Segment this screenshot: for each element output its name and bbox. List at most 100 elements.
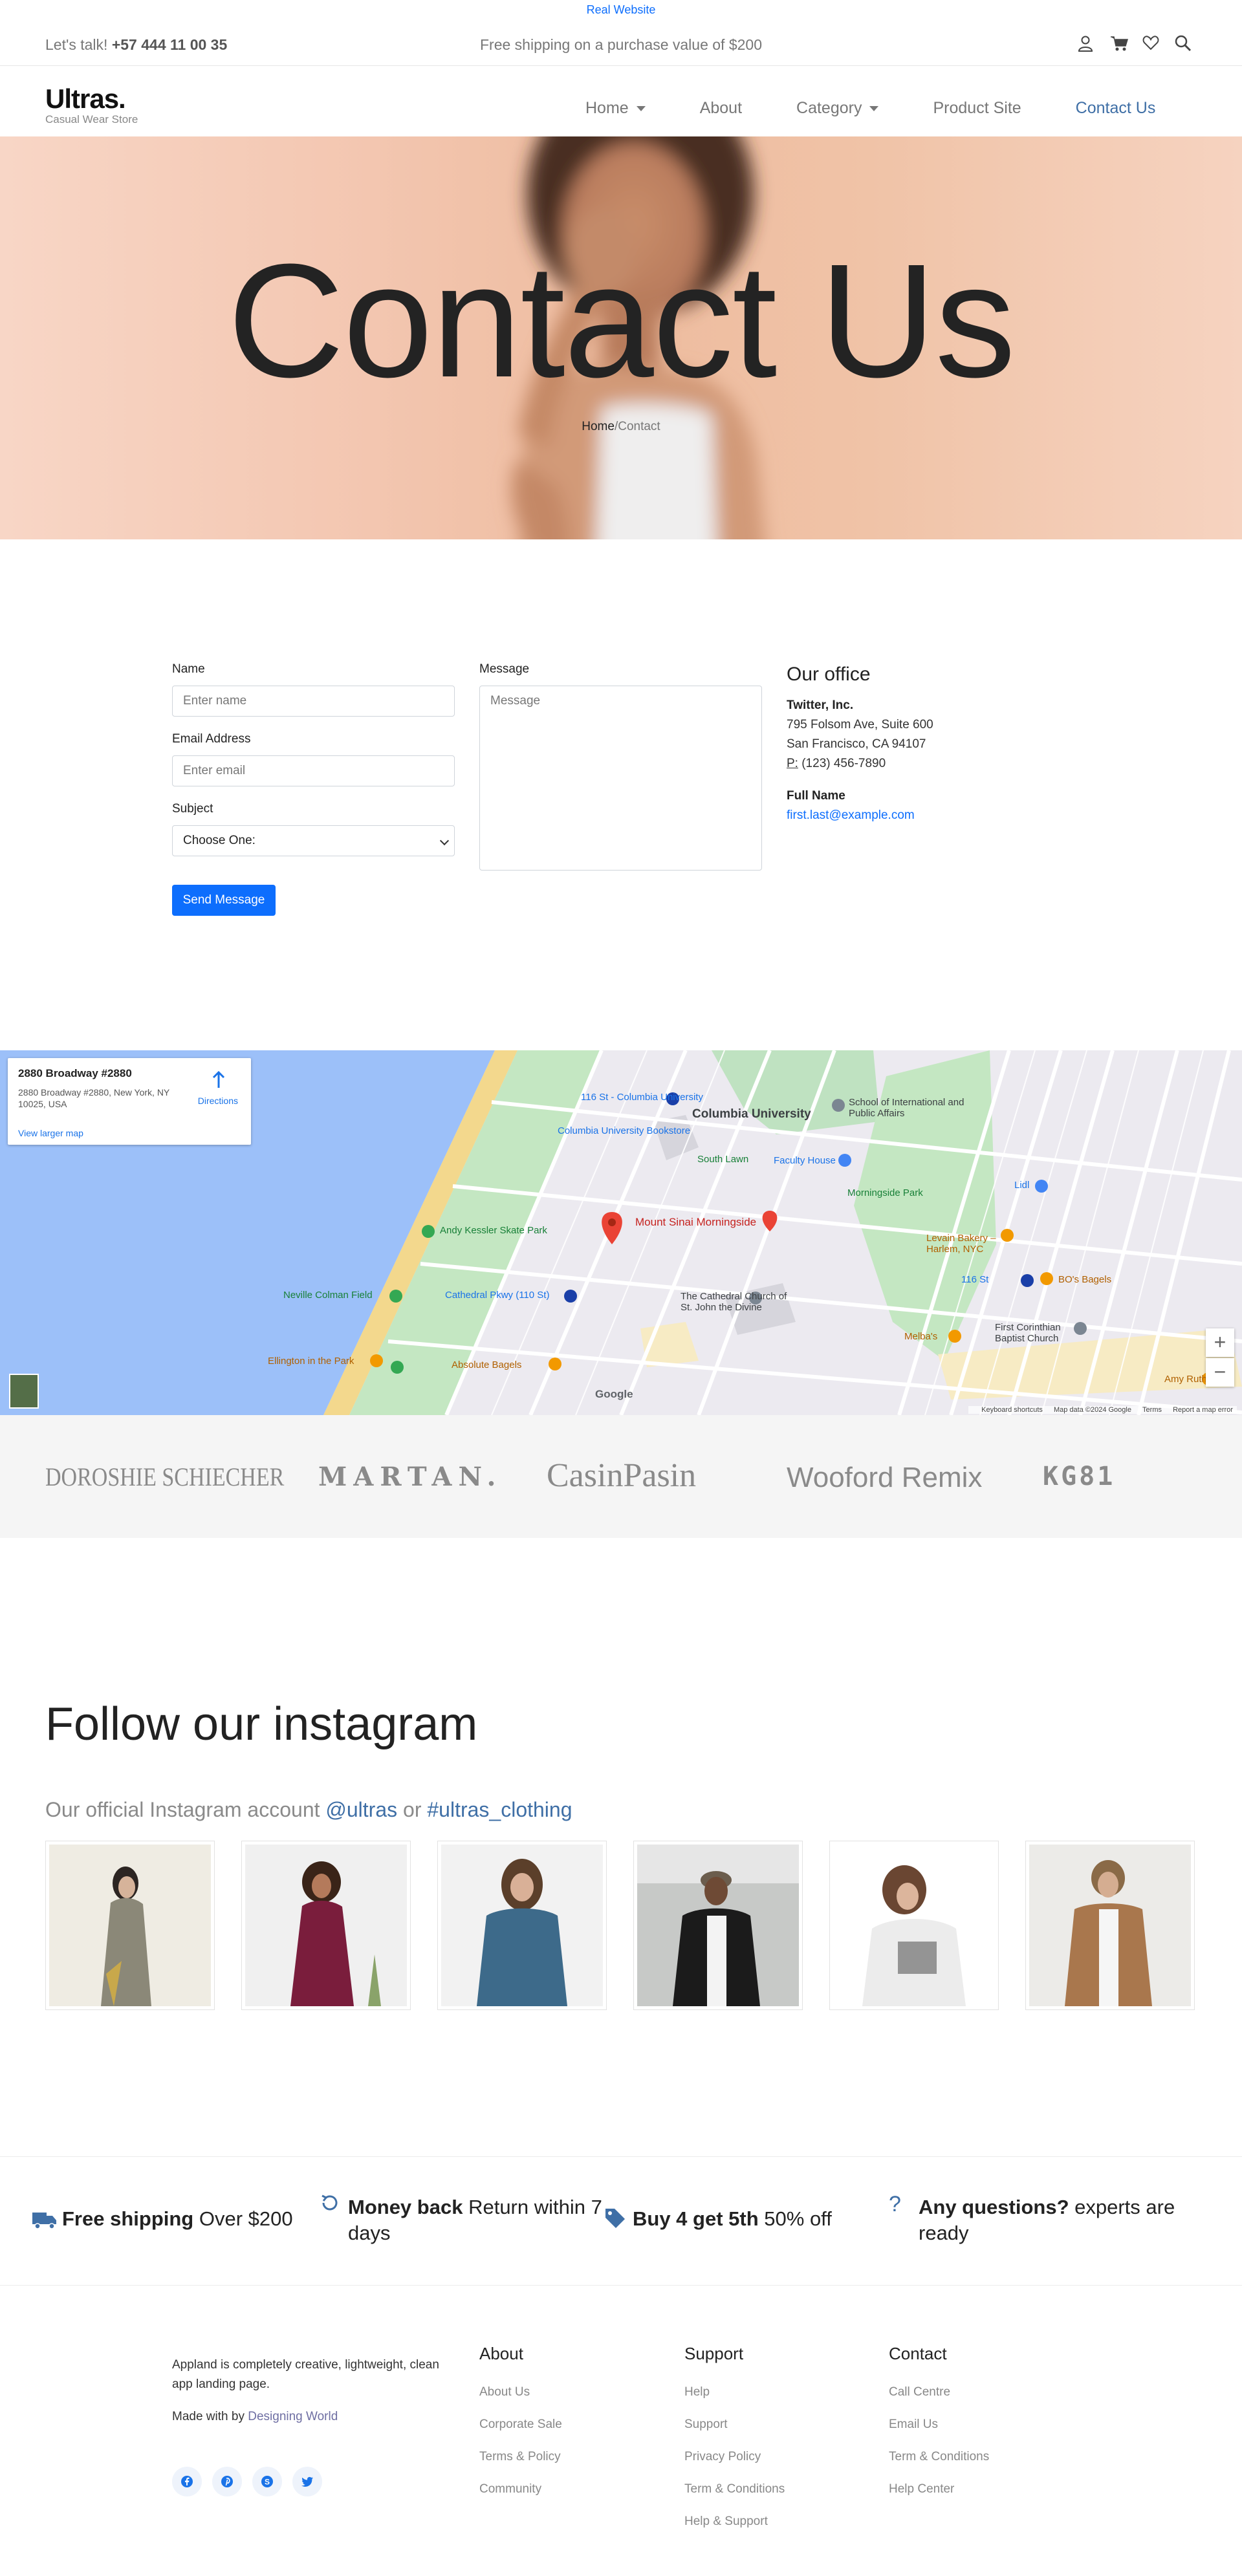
office-phone-number: (123) 456-7890: [801, 757, 886, 770]
footer-link-terms-policy[interactable]: Terms & Policy: [479, 2450, 561, 2464]
pinterest-button[interactable]: [212, 2467, 242, 2496]
breadcrumb: Home/Contact: [0, 420, 1242, 434]
directions-icon[interactable]: [211, 1071, 226, 1089]
skype-button[interactable]: S: [252, 2467, 282, 2496]
subject-select-value: Choose One:: [183, 834, 256, 847]
footer-link-term-conditions[interactable]: Term & Conditions: [684, 2482, 785, 2496]
refresh-icon: [321, 2194, 338, 2211]
google-logo: Google: [595, 1388, 633, 1400]
map-terms-link[interactable]: Terms: [1142, 1406, 1162, 1414]
footer-link-help-support[interactable]: Help & Support: [684, 2515, 768, 2529]
email-field[interactable]: Enter email: [172, 755, 455, 786]
breadcrumb-current: Contact: [618, 420, 660, 433]
google-map[interactable]: 116 St - Columbia University Columbia Un…: [0, 1050, 1242, 1415]
office-address-line2: San Francisco, CA 94107: [787, 737, 926, 751]
nav-category[interactable]: Category: [796, 99, 879, 118]
real-website-link[interactable]: Real Website: [0, 0, 1242, 23]
page-title: Contact Us: [227, 230, 1016, 411]
map-keyboard-shortcuts[interactable]: Keyboard shortcuts: [981, 1406, 1043, 1414]
brand-tagline: Casual Wear Store: [45, 113, 138, 125]
main-navbar: Ultras. Casual Wear Store Home About Cat…: [0, 67, 1242, 136]
search-icon[interactable]: [1175, 35, 1192, 53]
map-label-station-116: 116 St - Columbia University: [581, 1092, 703, 1103]
instagram-photo[interactable]: [437, 1841, 607, 2010]
instagram-photo[interactable]: [829, 1841, 999, 2010]
map-label-bos-bagels: BO's Bagels: [1058, 1274, 1112, 1285]
street-view-thumbnail[interactable]: [9, 1374, 39, 1409]
instagram-photo[interactable]: [241, 1841, 411, 2010]
brand-logo-wooford: Wooford Remix: [787, 1462, 983, 1493]
office-title: Our office: [787, 664, 871, 685]
view-larger-map-link[interactable]: View larger map: [18, 1128, 83, 1138]
map-label-ellington: Ellington in the Park: [268, 1356, 354, 1367]
facebook-button[interactable]: [172, 2467, 202, 2496]
instagram-photo[interactable]: [1025, 1841, 1195, 2010]
office-company: Twitter, Inc.: [787, 698, 854, 712]
map-label-church: The Cathedral Church of St. John the Div…: [681, 1291, 787, 1313]
question-icon: ?: [889, 2192, 901, 2216]
footer-link-contact-terms[interactable]: Term & Conditions: [889, 2450, 989, 2464]
directions-link[interactable]: Directions: [198, 1096, 238, 1106]
footer-link-about-us[interactable]: About Us: [479, 2385, 530, 2399]
map-label-faculty-house: Faculty House: [774, 1155, 836, 1166]
photo-woman-graphic-tee: [833, 1845, 995, 2006]
email-label: Email Address: [172, 732, 251, 746]
office-email-link[interactable]: first.last@example.com: [787, 808, 915, 823]
subject-select[interactable]: Choose One:: [172, 825, 455, 856]
footer-link-help[interactable]: Help: [684, 2385, 710, 2399]
map-report-error-link[interactable]: Report a map error: [1173, 1406, 1233, 1414]
breadcrumb-home[interactable]: Home: [582, 420, 615, 433]
map-label-coleman-field: Neville Colman Field: [283, 1290, 373, 1301]
photo-man-camel-coat: [1029, 1845, 1191, 2006]
map-marker-label[interactable]: Mount Sinai Morningside: [635, 1216, 756, 1229]
brand-logo[interactable]: Ultras. Casual Wear Store: [45, 85, 138, 126]
feature-text: 50% off: [764, 2207, 832, 2230]
instagram-photo[interactable]: [45, 1841, 215, 2010]
instagram-photo[interactable]: [633, 1841, 803, 2010]
feature-text: Over $200: [199, 2207, 293, 2230]
zoom-out-button[interactable]: −: [1206, 1358, 1234, 1387]
send-message-button[interactable]: Send Message: [172, 885, 276, 916]
heart-icon[interactable]: [1142, 35, 1159, 53]
footer-link-help-center[interactable]: Help Center: [889, 2482, 954, 2496]
cart-icon[interactable]: [1110, 35, 1129, 53]
map-label-morningside-park: Morningside Park: [847, 1187, 923, 1198]
name-field[interactable]: Enter name: [172, 686, 455, 717]
nav-menu: Home About Category Product Site Contact…: [585, 99, 1210, 118]
instagram-handle-link[interactable]: @ultras: [325, 1798, 397, 1821]
instagram-hashtag-link[interactable]: #ultras_clothing: [427, 1798, 572, 1821]
made-with-label: Made with: [172, 2410, 228, 2423]
feature-buy-4-get-5th: Buy 4 get 5th 50% off: [633, 2206, 904, 2232]
designer-link[interactable]: Designing World: [248, 2410, 338, 2423]
nav-home[interactable]: Home: [585, 99, 646, 118]
feature-title: Money back: [348, 2196, 463, 2218]
nav-about[interactable]: About: [700, 99, 742, 118]
made-by-label: by: [231, 2410, 245, 2423]
name-label: Name: [172, 662, 205, 676]
pinterest-icon: [221, 2476, 233, 2487]
user-icon[interactable]: [1078, 35, 1095, 53]
footer-about-heading: About: [479, 2344, 523, 2363]
zoom-in-button[interactable]: +: [1206, 1328, 1234, 1357]
footer-link-privacy-policy[interactable]: Privacy Policy: [684, 2450, 761, 2464]
footer-link-support[interactable]: Support: [684, 2418, 728, 2432]
map-label-cathedral-pkwy: Cathedral Pkwy (110 St): [445, 1290, 550, 1301]
footer-link-call-centre[interactable]: Call Centre: [889, 2385, 950, 2399]
footer-link-community[interactable]: Community: [479, 2482, 541, 2496]
features-bar: Free shipping Over $200 Money back Retur…: [0, 2156, 1242, 2286]
tags-icon: [605, 2209, 625, 2228]
truck-icon: [32, 2213, 56, 2229]
nav-contact[interactable]: Contact Us: [1076, 99, 1156, 118]
brand-logo-casinpasin: CasinPasin: [547, 1457, 697, 1494]
nav-product-site[interactable]: Product Site: [933, 99, 1021, 118]
map-label-sipa: School of International and Public Affai…: [849, 1097, 964, 1119]
top-bar: Let's talk! +57 444 11 00 35 Free shippi…: [0, 23, 1242, 66]
message-field[interactable]: Message: [479, 686, 762, 871]
twitter-button[interactable]: [292, 2467, 322, 2496]
footer-about-text: Appland is completely creative, lightwei…: [172, 2358, 439, 2391]
office-phone: P: (123) 456-7890: [787, 757, 886, 771]
map-footer: Keyboard shortcuts Map data ©2024 Google…: [968, 1406, 1237, 1414]
footer-link-email-us[interactable]: Email Us: [889, 2418, 938, 2432]
footer-link-corporate-sale[interactable]: Corporate Sale: [479, 2418, 562, 2432]
feature-money-back: Money back Return within 7 days: [348, 2194, 620, 2246]
